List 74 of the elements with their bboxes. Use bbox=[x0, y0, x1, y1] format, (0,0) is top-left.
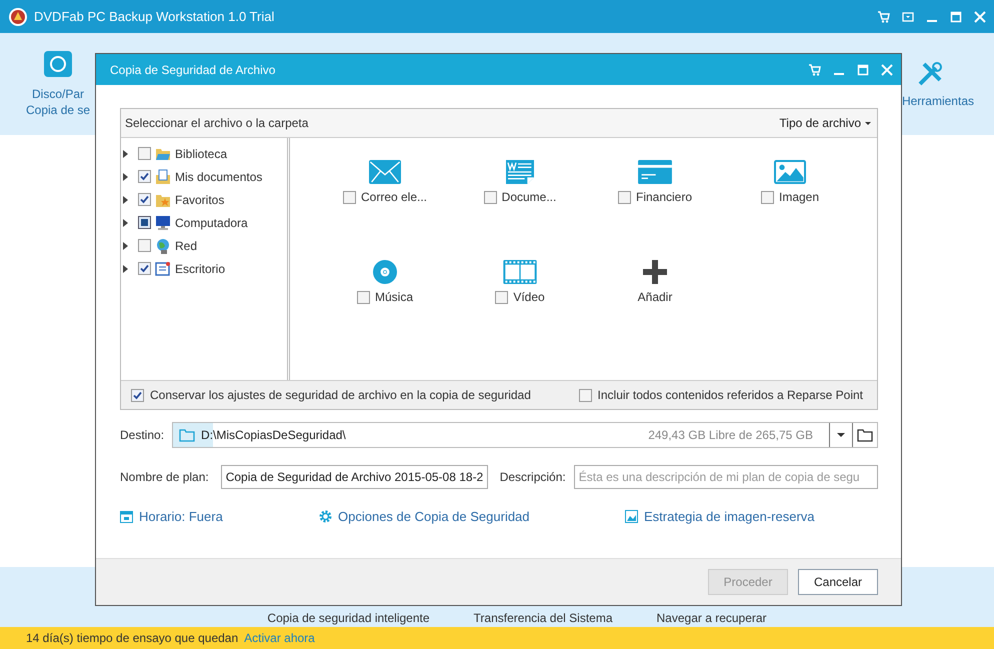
checkbox[interactable] bbox=[342, 190, 356, 204]
maximize-icon[interactable] bbox=[950, 10, 962, 22]
destination-field[interactable]: D:\MisCopiasDeSeguridad\ 249,43 GB Libre de 265,75 GB bbox=[172, 422, 878, 448]
checkbox[interactable] bbox=[760, 190, 774, 204]
option-link[interactable]: Estrategia de imagen-reserva bbox=[625, 509, 875, 524]
plan-name-field[interactable]: Copia de Seguridad de Archivo 2015-05-08 18-2 bbox=[220, 465, 488, 489]
option-label[interactable]: Conservar los ajustes de seguridad de archivo en la copia de seguridad bbox=[150, 388, 531, 402]
checkbox[interactable] bbox=[138, 170, 151, 183]
dialog-title: Copia de Seguridad de Archivo bbox=[110, 62, 276, 76]
expand-icon[interactable] bbox=[123, 264, 128, 272]
file-type-label[interactable]: Docume... bbox=[502, 190, 556, 204]
tree-item[interactable]: Biblioteca bbox=[175, 146, 228, 160]
tree-item[interactable]: Computadora bbox=[175, 216, 248, 230]
image-icon bbox=[625, 510, 638, 523]
expand-icon[interactable] bbox=[123, 172, 128, 180]
trial-notice: 14 día(s) tiempo de ensayo que quedan bbox=[26, 631, 238, 645]
checkbox[interactable] bbox=[495, 290, 508, 304]
file-type-label[interactable]: Imagen bbox=[778, 190, 820, 204]
file-type-label[interactable]: Añadir bbox=[638, 290, 672, 304]
toolbar-label[interactable]: Disco/Par bbox=[32, 87, 84, 101]
settings-icon bbox=[319, 510, 332, 523]
file-type-label[interactable]: Música bbox=[374, 290, 413, 304]
expand-icon[interactable] bbox=[123, 150, 128, 158]
description-field[interactable]: Ésta es una descripción de mi plan de copia de segu bbox=[574, 465, 878, 489]
filter-dropdown[interactable]: Tipo de archivo bbox=[779, 116, 871, 130]
option-link[interactable]: Horario: Fuera bbox=[120, 509, 319, 524]
checkbox[interactable] bbox=[138, 193, 151, 206]
cart-icon[interactable] bbox=[878, 10, 890, 22]
checkbox[interactable] bbox=[356, 290, 370, 304]
file-type-label[interactable]: Financiero bbox=[636, 190, 692, 204]
folder-icon bbox=[179, 428, 196, 442]
dropdown-icon[interactable] bbox=[902, 10, 914, 22]
expand-icon[interactable] bbox=[123, 242, 128, 250]
tree-item[interactable]: Escritorio bbox=[175, 262, 226, 276]
tree-item[interactable]: Red bbox=[175, 238, 198, 252]
folder-icon bbox=[155, 168, 171, 184]
maximize-icon[interactable] bbox=[857, 64, 869, 76]
cart-icon[interactable] bbox=[809, 64, 821, 76]
option-label[interactable]: Incluir todos contenidos referidos a Reparse Point bbox=[598, 388, 863, 402]
tree-item[interactable]: Mis documentos bbox=[175, 170, 262, 184]
close-icon[interactable] bbox=[881, 64, 893, 76]
monitor-icon bbox=[155, 214, 171, 230]
file-type-label[interactable]: Vídeo bbox=[513, 290, 545, 304]
tools-icon[interactable] bbox=[916, 60, 944, 88]
network-icon bbox=[155, 238, 171, 254]
nav-link[interactable]: Copia de seguridad inteligente bbox=[267, 611, 430, 625]
tree-item[interactable]: Favoritos bbox=[175, 192, 224, 206]
app-logo-icon bbox=[8, 6, 28, 26]
expand-icon[interactable] bbox=[123, 218, 128, 226]
expand-icon[interactable] bbox=[123, 196, 128, 204]
desktop-icon bbox=[155, 260, 171, 276]
toolbar-label[interactable]: Copia de se bbox=[26, 103, 90, 117]
checkbox[interactable] bbox=[578, 388, 592, 402]
field-label: Nombre de plan: bbox=[120, 470, 209, 484]
toolbar-label[interactable]: Herramientas bbox=[902, 94, 974, 108]
calendar-icon bbox=[120, 510, 133, 523]
nav-link[interactable]: Navegar a recuperar bbox=[656, 611, 767, 625]
panel-title: Seleccionar el archivo o la carpeta bbox=[125, 116, 308, 130]
checkbox[interactable] bbox=[138, 147, 151, 160]
field-label: Destino: bbox=[120, 428, 164, 442]
option-link[interactable]: Opciones de Copia de Seguridad bbox=[319, 509, 625, 524]
dialog-button[interactable]: Cancelar bbox=[798, 569, 878, 595]
checkbox[interactable] bbox=[484, 190, 497, 204]
nav-link[interactable]: Transferencia del Sistema bbox=[474, 611, 612, 625]
checkbox[interactable] bbox=[138, 262, 151, 275]
checkbox[interactable] bbox=[618, 190, 631, 204]
checkbox[interactable] bbox=[131, 388, 144, 402]
checkbox[interactable] bbox=[138, 216, 151, 229]
close-icon[interactable] bbox=[974, 10, 986, 22]
checkbox[interactable] bbox=[138, 239, 151, 252]
app-title: DVDFab PC Backup Workstation 1.0 Trial bbox=[34, 9, 276, 24]
field-label: Descripción: bbox=[500, 470, 566, 484]
folder-icon[interactable] bbox=[857, 428, 873, 442]
file-type-label[interactable]: Correo ele... bbox=[360, 190, 428, 204]
